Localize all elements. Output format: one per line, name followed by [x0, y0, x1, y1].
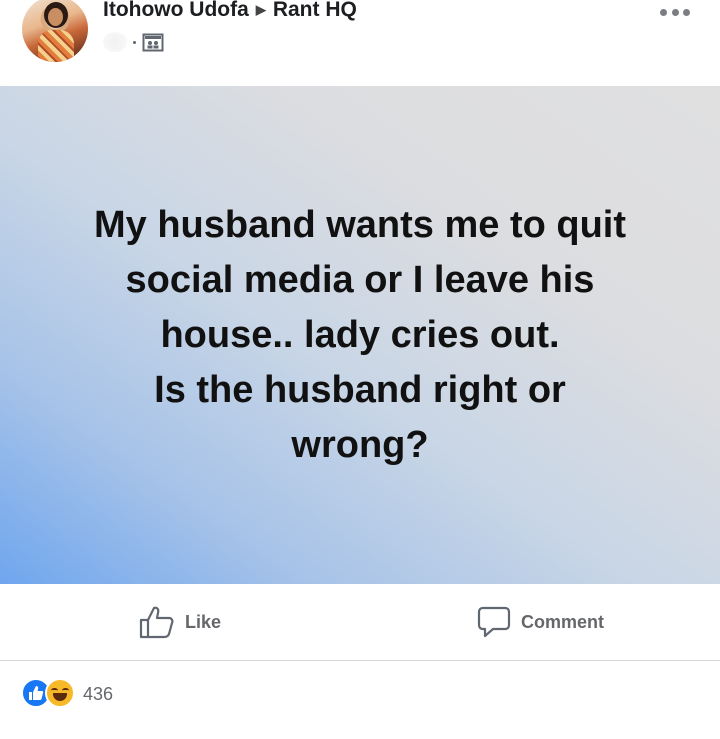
comment-icon: [477, 606, 511, 638]
thumbs-up-icon: [139, 606, 174, 639]
group-name[interactable]: Rant HQ: [273, 0, 357, 21]
post-title-line: Itohowo Udofa ▶ Rant HQ: [103, 0, 357, 22]
arrow-right-icon: ▶: [255, 2, 266, 17]
thumbs-up-icon: [29, 686, 44, 700]
comment-label: Comment: [521, 611, 605, 632]
separator-dot: [133, 40, 136, 44]
reaction-count: 436: [83, 683, 114, 704]
dot: [683, 8, 690, 16]
dot: [671, 8, 679, 16]
mouth: [53, 693, 67, 701]
comment-button[interactable]: Comment: [477, 584, 604, 660]
post-time[interactable]: [103, 32, 127, 52]
like-button[interactable]: Like: [139, 584, 221, 660]
author-avatar[interactable]: [22, 0, 88, 62]
post-meta: [103, 30, 164, 54]
dot: [660, 8, 667, 16]
post-header: Itohowo Udofa ▶ Rant HQ: [0, 0, 720, 86]
post-text: My husband wants me to quit social media…: [93, 204, 627, 466]
author-name[interactable]: Itohowo Udofa: [103, 0, 249, 21]
more-options-icon[interactable]: [660, 6, 690, 18]
like-label: Like: [185, 611, 222, 632]
group-privacy-icon: [142, 33, 164, 52]
haha-reaction-icon: [45, 678, 75, 708]
post-actions-bar: Like Comment: [0, 584, 720, 661]
reactions-summary[interactable]: 436: [21, 678, 114, 708]
avatar-face: [48, 8, 63, 26]
avatar-clothing: [38, 30, 74, 62]
